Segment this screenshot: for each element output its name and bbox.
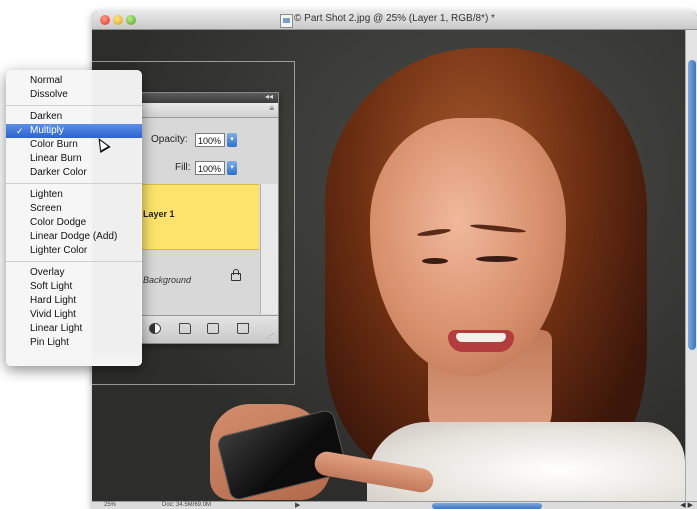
menu-separator bbox=[6, 105, 142, 106]
resize-grip[interactable]: ⋰ bbox=[267, 332, 274, 340]
blend-mode-label: Vivid Light bbox=[30, 309, 76, 320]
blend-mode-item[interactable]: Normal bbox=[6, 74, 142, 88]
menu-fade bbox=[6, 350, 142, 366]
blend-mode-item[interactable]: ✓ Multiply bbox=[6, 124, 142, 138]
blend-mode-label: Darken bbox=[30, 111, 63, 122]
blend-mode-label: Lighten bbox=[30, 189, 63, 200]
blend-mode-item[interactable]: Hard Light bbox=[6, 294, 142, 308]
blend-mode-item[interactable]: Linear Burn bbox=[6, 152, 142, 166]
panel-scrollbar[interactable] bbox=[260, 184, 278, 314]
window-title: © Part Shot 2.jpg @ 25% (Layer 1, RGB/8*… bbox=[294, 13, 495, 24]
menu-separator bbox=[6, 183, 142, 184]
layer-name: Background bbox=[143, 275, 192, 285]
blend-mode-label: Darker Color bbox=[30, 167, 87, 178]
blend-mode-label: Linear Light bbox=[30, 323, 83, 334]
layer-row-background[interactable]: Background bbox=[141, 253, 259, 303]
layers-panel: ◂◂ ≡ Opacity: 100% ▾ Fill: 100% ▾ Layer … bbox=[140, 92, 279, 344]
opacity-input[interactable]: 100% bbox=[195, 133, 225, 147]
blend-mode-item[interactable]: Lighter Color bbox=[6, 244, 142, 258]
collapse-icon[interactable]: ◂◂ bbox=[265, 92, 273, 101]
close-icon[interactable] bbox=[100, 15, 110, 25]
window-titlebar[interactable]: © Part Shot 2.jpg @ 25% (Layer 1, RGB/8*… bbox=[92, 11, 697, 30]
opacity-label: Opacity: bbox=[151, 134, 188, 145]
blend-mode-item[interactable]: Linear Dodge (Add) bbox=[6, 230, 142, 244]
blend-mode-label: Color Dodge bbox=[30, 217, 87, 228]
minimize-icon[interactable] bbox=[113, 15, 123, 25]
lock-icon bbox=[231, 269, 241, 281]
blend-mode-item[interactable]: Color Dodge bbox=[6, 216, 142, 230]
vertical-scroll-thumb[interactable] bbox=[688, 60, 696, 350]
blend-mode-item[interactable]: Screen bbox=[6, 202, 142, 216]
zoom-level[interactable]: 25% bbox=[104, 502, 116, 508]
scroll-arrows[interactable]: ◀ ▶ bbox=[680, 501, 693, 509]
blend-mode-item[interactable]: Linear Light bbox=[6, 322, 142, 336]
opacity-stepper[interactable]: ▾ bbox=[227, 133, 237, 147]
blend-mode-item[interactable]: Darker Color bbox=[6, 166, 142, 180]
blend-mode-label: Linear Burn bbox=[30, 153, 82, 164]
adjustment-layer-icon[interactable] bbox=[149, 323, 161, 334]
status-bar: 25% Doc: 34.5M/69.0M ▶ ◀ ▶ bbox=[92, 501, 697, 509]
photo-eye-left bbox=[422, 258, 448, 264]
blend-mode-label: Pin Light bbox=[30, 337, 69, 348]
blend-mode-label: Multiply bbox=[30, 125, 64, 136]
blend-mode-item[interactable]: Pin Light bbox=[6, 336, 142, 350]
layer-name: Layer 1 bbox=[143, 209, 175, 219]
panel-menu-icon[interactable]: ≡ bbox=[269, 104, 274, 113]
fill-input[interactable]: 100% bbox=[195, 161, 225, 175]
blend-mode-item[interactable]: Color Burn bbox=[6, 138, 142, 152]
blend-mode-item[interactable]: Lighten bbox=[6, 188, 142, 202]
fill-label: Fill: bbox=[175, 162, 191, 173]
layer-row-layer1[interactable]: Layer 1 bbox=[141, 184, 259, 250]
blend-mode-label: Hard Light bbox=[30, 295, 77, 306]
zoom-icon[interactable] bbox=[126, 15, 136, 25]
blend-mode-item[interactable]: Overlay bbox=[6, 266, 142, 280]
new-layer-icon[interactable] bbox=[207, 323, 219, 334]
blend-mode-label: Soft Light bbox=[30, 281, 73, 292]
panel-header[interactable]: ◂◂ bbox=[141, 92, 278, 103]
blend-mode-item[interactable]: Vivid Light bbox=[6, 308, 142, 322]
doc-size-info: Doc: 34.5M/69.0M bbox=[162, 502, 212, 508]
blend-mode-label: Color Burn bbox=[30, 139, 78, 150]
blend-mode-label: Screen bbox=[30, 203, 62, 214]
blend-mode-label: Overlay bbox=[30, 267, 65, 278]
photo-teeth bbox=[456, 333, 506, 342]
menu-separator bbox=[6, 261, 142, 262]
fill-stepper[interactable]: ▾ bbox=[227, 161, 237, 175]
blend-mode-label: Lighter Color bbox=[30, 245, 88, 256]
panel-footer: ⋰ bbox=[141, 315, 278, 343]
document-icon bbox=[280, 14, 293, 28]
blend-mode-menu: Normal Dissolve Darken ✓ Multiply Color Burn L… bbox=[6, 70, 142, 366]
status-menu-arrow[interactable]: ▶ bbox=[295, 501, 300, 509]
blend-mode-label: Linear Dodge (Add) bbox=[30, 231, 118, 242]
blend-mode-label: Normal bbox=[30, 75, 63, 86]
folder-icon[interactable] bbox=[179, 323, 191, 334]
blend-mode-item[interactable]: Soft Light bbox=[6, 280, 142, 294]
photo-eye-right bbox=[476, 256, 518, 262]
horizontal-scroll-thumb[interactable] bbox=[432, 503, 542, 509]
blend-mode-label: Dissolve bbox=[30, 89, 68, 100]
trash-icon[interactable] bbox=[237, 323, 249, 334]
checkmark-icon: ✓ bbox=[16, 126, 24, 136]
blend-mode-item[interactable]: Darken bbox=[6, 110, 142, 124]
blend-mode-item[interactable]: Dissolve bbox=[6, 88, 142, 102]
panel-tab-bar: ≡ bbox=[141, 103, 278, 118]
vertical-scrollbar[interactable] bbox=[685, 30, 697, 501]
